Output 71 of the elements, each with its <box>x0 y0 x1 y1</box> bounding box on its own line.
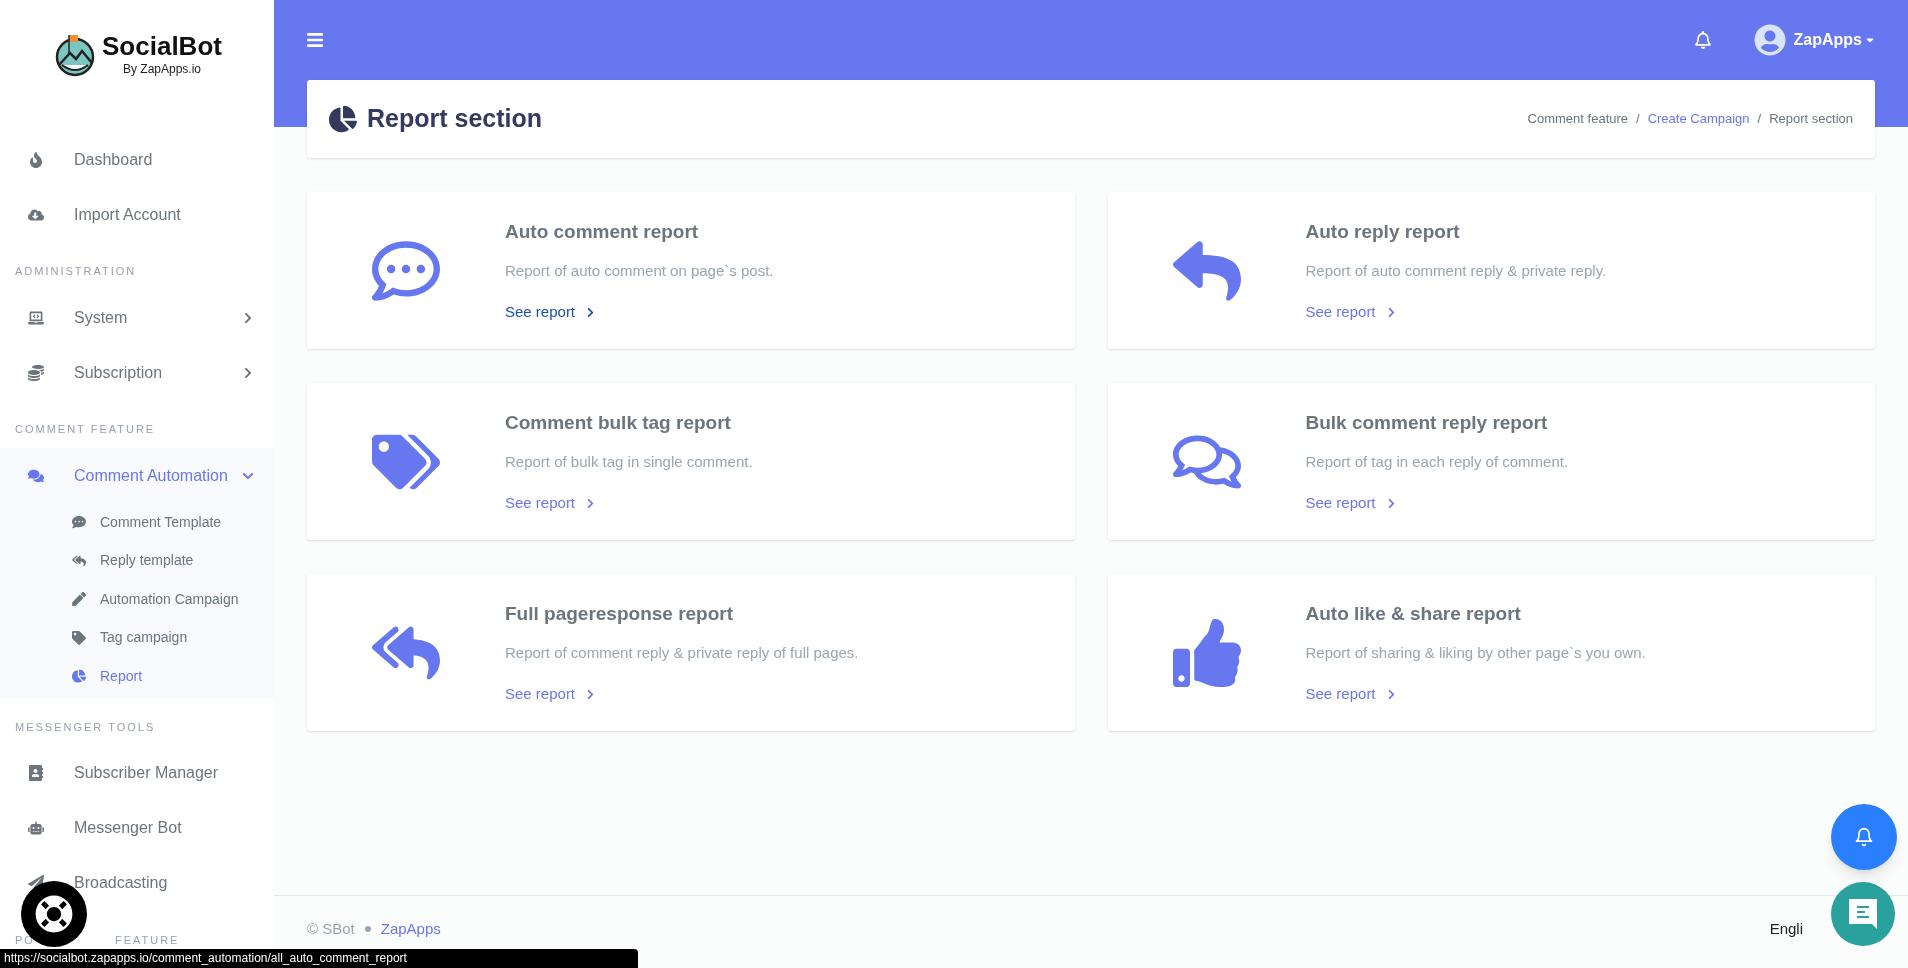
lifebuoy-icon <box>35 895 73 933</box>
contact-book-icon <box>28 765 44 781</box>
see-report-link[interactable]: See report <box>505 682 859 706</box>
sidebar-item[interactable]: Subscriber Manager <box>0 745 274 801</box>
breadcrumb-separator: / <box>1636 110 1640 129</box>
see-report-link[interactable]: See report <box>505 300 774 324</box>
breadcrumb-separator: / <box>1757 110 1762 129</box>
card-title: Auto reply report <box>1305 219 1461 244</box>
breadcrumb-item: Report section <box>1769 110 1853 129</box>
see-report-link[interactable]: See report <box>505 491 753 515</box>
section-heading: PO <box>15 932 35 948</box>
cloud-download-icon <box>28 206 44 223</box>
menu-icon[interactable] <box>306 31 324 49</box>
sidebar-subitem[interactable]: Automation Campaign <box>0 580 274 619</box>
user-menu[interactable]: ZapApps <box>1793 28 1862 52</box>
card-description: Report of tag in each reply of comment. <box>1305 452 1569 473</box>
laptop-icon <box>28 309 44 326</box>
sidebar-subitem[interactable]: Tag campaign <box>0 618 274 657</box>
sidebar-item[interactable]: System <box>0 290 274 345</box>
see-report-link[interactable]: See report <box>1305 300 1607 324</box>
sidebar-subitem[interactable]: Comment Template <box>0 503 274 542</box>
sidebar-item[interactable]: Comment Automation <box>0 448 274 503</box>
section-heading: FEATURE <box>114 932 180 948</box>
language-selector[interactable]: Engli <box>1769 917 1803 941</box>
copyright-text: © SBot <box>307 918 355 939</box>
reply-all-icon <box>72 553 86 568</box>
section-heading: ADMINISTRATION <box>15 264 137 279</box>
card-title: Bulk comment reply report <box>1305 410 1549 435</box>
flame-icon <box>28 151 44 168</box>
card-title: Auto like & share report <box>1305 601 1522 626</box>
chevron-right-icon <box>242 311 254 324</box>
notification-bell-icon[interactable] <box>1693 31 1712 49</box>
bell-icon <box>1854 827 1874 847</box>
card-title: Full pageresponse report <box>505 601 735 626</box>
card-title: Auto comment report <box>505 219 700 244</box>
pie-chart-icon <box>72 669 86 684</box>
coins-icon <box>28 364 44 381</box>
sidebar-item[interactable]: Subscription <box>0 345 274 400</box>
logo-tagline: By ZapApps.io <box>122 63 201 75</box>
section-heading: MESSENGER TOOLS <box>15 719 156 735</box>
breadcrumb-link[interactable]: Create Campaign <box>1647 109 1750 129</box>
notification-button[interactable] <box>1831 804 1897 870</box>
card-title: Comment bulk tag report <box>505 410 732 435</box>
sidebar-item[interactable]: Messenger Bot <box>0 800 274 856</box>
section-heading: COMMENT FEATURE <box>15 422 156 437</box>
sidebar-subitem[interactable]: Reply template <box>0 541 274 580</box>
see-report-link[interactable]: See report <box>1305 491 1569 515</box>
sidebar-item[interactable]: Dashboard <box>0 132 274 187</box>
chat-bubbles-icon <box>28 467 44 484</box>
pencil-icon <box>72 592 86 607</box>
message-icon <box>1849 899 1877 929</box>
logo-name: SocialBot <box>102 33 222 59</box>
page-title: Report section <box>367 103 544 135</box>
status-bar: https://socialbot.zapapps.io/comment_automation/all_auto_comment_report <box>0 949 638 968</box>
chevron-right-icon <box>242 366 254 379</box>
card-description: Report of sharing & liking by other page`s you own. <box>1305 643 1646 664</box>
card-description: Report of bulk tag in single comment. <box>505 452 753 473</box>
sidebar-item[interactable]: Import Account <box>0 187 274 242</box>
avatar-icon[interactable] <box>1753 24 1786 56</box>
tag-icon <box>72 630 86 645</box>
comment-icon <box>72 515 86 530</box>
card-description: Report of auto comment reply & private reply. <box>1305 261 1607 282</box>
footer-link[interactable]: ZapApps <box>380 917 441 941</box>
thumbs-up-icon <box>1172 618 1241 687</box>
pie-chart-icon <box>329 105 357 133</box>
sidebar-subitem[interactable]: Report <box>0 657 274 696</box>
card-description: Report of comment reply & private reply of full pages. <box>505 643 859 664</box>
breadcrumb-item: Comment feature <box>1527 110 1629 129</box>
see-report-link[interactable]: See report <box>1305 682 1646 706</box>
card-description: Report of auto comment on page`s post. <box>505 261 774 282</box>
robot-icon <box>28 820 44 836</box>
